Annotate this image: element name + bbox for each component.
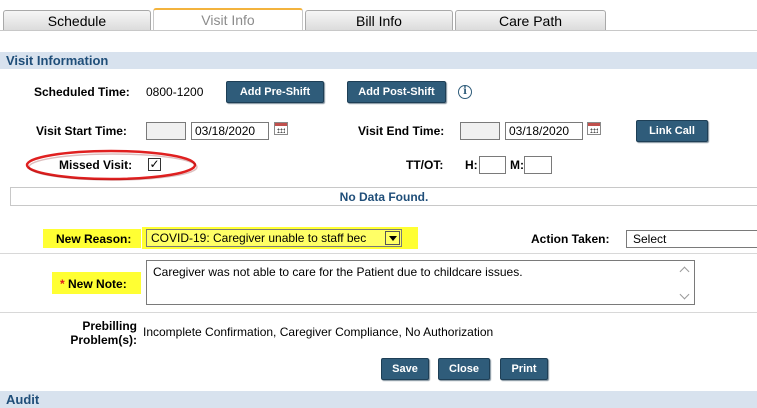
tab-schedule[interactable]: Schedule <box>3 10 151 30</box>
ttot-label: TT/OT: <box>406 158 444 172</box>
tab-visit-info[interactable]: Visit Info <box>153 8 303 30</box>
visit-start-calendar-icon[interactable] <box>274 122 288 135</box>
missed-visit-label: Missed Visit: <box>59 158 133 172</box>
scheduled-time-label: Scheduled Time: <box>34 85 130 99</box>
new-note-label: New Note: <box>68 277 127 291</box>
tab-bill-info[interactable]: Bill Info <box>305 10 453 30</box>
action-taken-label: Action Taken: <box>531 232 610 246</box>
prebilling-label-line2: Problem(s): <box>70 333 137 347</box>
tab-care-path[interactable]: Care Path <box>455 10 606 30</box>
ttot-minutes-label: M: <box>510 158 524 172</box>
row-divider <box>0 312 757 313</box>
link-call-button[interactable]: Link Call <box>636 120 708 142</box>
no-data-message: No Data Found. <box>10 187 757 206</box>
new-note-label-wrap: * New Note: <box>60 277 127 291</box>
visit-start-date-input[interactable]: 03/18/2020 <box>191 122 269 140</box>
add-post-shift-button[interactable]: Add Post-Shift <box>347 81 446 103</box>
chevron-down-icon[interactable] <box>385 231 400 245</box>
prebilling-value: Incomplete Confirmation, Caregiver Compl… <box>143 325 494 339</box>
section-header-visit-information: Visit Information <box>0 52 757 69</box>
ttot-hours-label: H: <box>465 158 478 172</box>
new-reason-label: New Reason: <box>56 232 132 246</box>
info-icon[interactable]: i <box>458 85 472 99</box>
save-button[interactable]: Save <box>381 358 429 380</box>
required-marker: * <box>60 277 65 291</box>
add-pre-shift-button[interactable]: Add Pre-Shift <box>226 81 324 103</box>
close-button[interactable]: Close <box>438 358 490 380</box>
tab-bar-divider <box>0 30 757 31</box>
visit-end-date-input[interactable]: 03/18/2020 <box>505 122 583 140</box>
visit-start-time-input[interactable] <box>146 122 186 140</box>
prebilling-label: Prebilling <box>77 319 137 333</box>
new-note-text: Caregiver was not able to care for the P… <box>153 265 523 279</box>
print-button[interactable]: Print <box>500 358 548 380</box>
action-taken-select[interactable]: Select <box>626 230 757 248</box>
ttot-hours-input[interactable] <box>479 156 506 174</box>
new-note-textarea[interactable]: Caregiver was not able to care for the P… <box>146 260 695 305</box>
scroll-up-icon[interactable] <box>680 265 690 273</box>
new-reason-select-value: COVID-19: Caregiver unable to staff bec <box>151 231 367 245</box>
visit-end-calendar-icon[interactable] <box>587 122 601 135</box>
visit-end-time-input[interactable] <box>460 122 500 140</box>
visit-end-time-label: Visit End Time: <box>358 124 445 138</box>
missed-visit-checkbox[interactable]: ✓ <box>148 158 161 171</box>
visit-start-time-label: Visit Start Time: <box>36 124 127 138</box>
prebilling-label-line1: Prebilling <box>82 319 137 333</box>
scroll-down-icon[interactable] <box>680 292 690 300</box>
new-reason-select[interactable]: COVID-19: Caregiver unable to staff bec <box>146 229 402 247</box>
ttot-minutes-input[interactable] <box>524 156 552 174</box>
row-divider <box>0 253 757 254</box>
scheduled-time-value: 0800-1200 <box>146 85 204 99</box>
